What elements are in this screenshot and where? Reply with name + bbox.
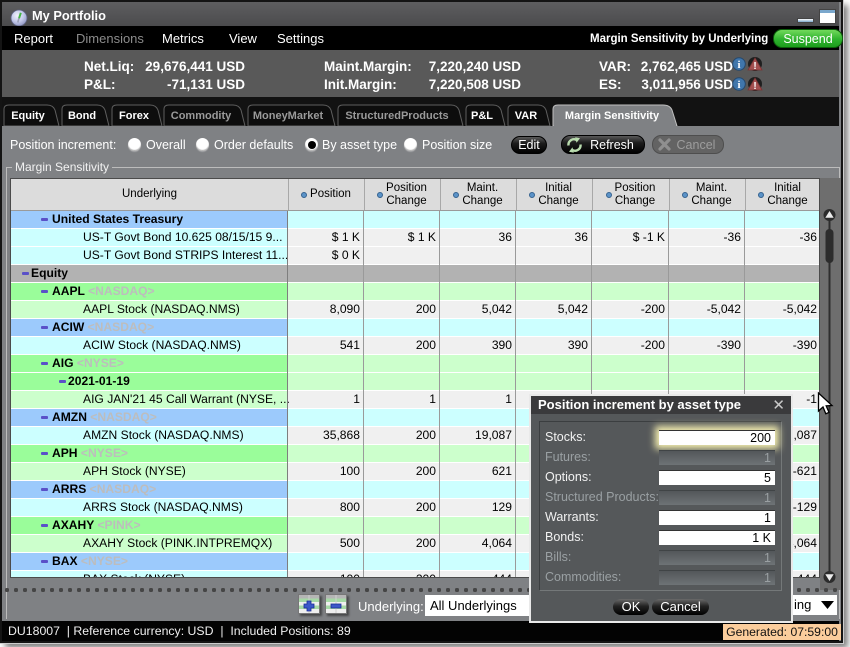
svg-text:Forex: Forex: [119, 110, 150, 122]
svg-text:i: i: [737, 79, 740, 91]
svg-text:Bond: Bond: [68, 110, 96, 122]
svg-text:!: !: [753, 81, 756, 92]
svg-text:VAR: VAR: [515, 110, 537, 122]
svg-text:Equity: Equity: [11, 110, 45, 122]
svg-text:!: !: [753, 61, 756, 72]
svg-text:StructuredProducts: StructuredProducts: [345, 110, 448, 122]
svg-text:P&L: P&L: [471, 110, 493, 122]
svg-text:Margin Sensitivity: Margin Sensitivity: [565, 110, 660, 122]
svg-text:i: i: [737, 59, 740, 71]
svg-text:Commodity: Commodity: [171, 110, 232, 122]
svg-text:MoneyMarket: MoneyMarket: [253, 110, 324, 122]
